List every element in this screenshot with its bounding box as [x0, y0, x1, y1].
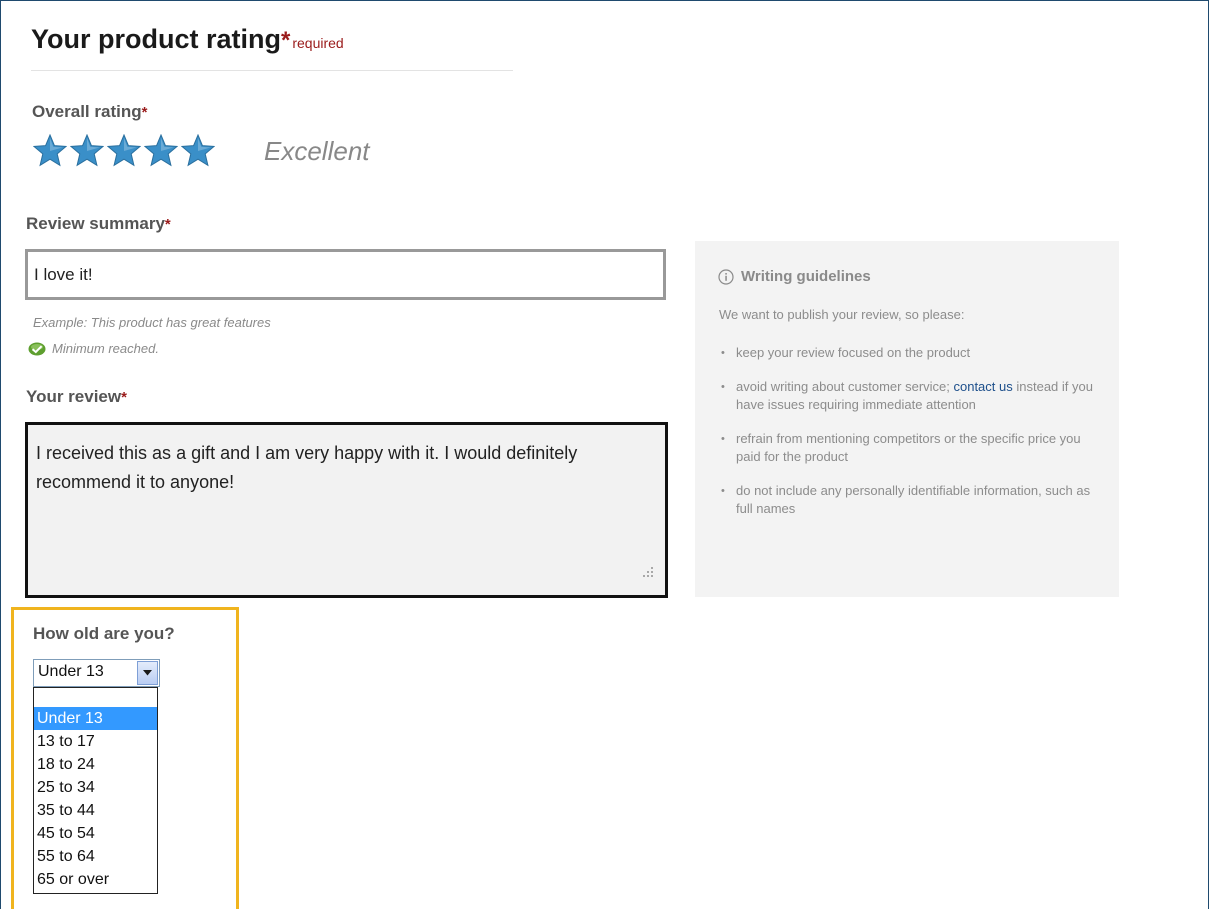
age-option[interactable]	[34, 688, 157, 707]
star-icon[interactable]	[181, 134, 215, 167]
age-select[interactable]: Under 13	[33, 659, 160, 687]
rating-value-label: Excellent	[264, 136, 370, 166]
check-icon	[28, 342, 46, 355]
guidelines-title: Writing guidelines	[741, 268, 871, 285]
guideline-item: do not include any personally identifiab…	[719, 482, 1095, 518]
summary-status-text: Minimum reached.	[52, 341, 159, 356]
review-textarea[interactable]	[25, 422, 668, 598]
guideline-item: refrain from mentioning competitors or t…	[719, 430, 1095, 466]
star-icon[interactable]	[107, 134, 141, 167]
age-option[interactable]: 13 to 17	[34, 730, 157, 753]
star-icon[interactable]	[33, 134, 67, 167]
contact-us-link[interactable]: contact us	[953, 379, 1012, 394]
age-options-list[interactable]: Under 13 13 to 17 18 to 24 25 to 34 35 to 44…	[33, 687, 158, 894]
your-review-label: Your review*	[26, 387, 127, 406]
star-icon[interactable]	[70, 134, 104, 167]
age-question-label: How old are you?	[33, 624, 175, 643]
required-marker: *	[281, 27, 291, 54]
guidelines-intro: We want to publish your review, so pleas…	[719, 307, 965, 322]
writing-guidelines-panel: Writing guidelines We want to publish yo…	[695, 241, 1119, 597]
age-option[interactable]: 55 to 64	[34, 845, 157, 868]
review-summary-label: Review summary*	[26, 214, 171, 233]
resize-grip-icon[interactable]	[638, 563, 656, 581]
age-select-value: Under 13	[38, 663, 104, 680]
required-note: required	[292, 35, 344, 51]
age-option[interactable]: 25 to 34	[34, 776, 157, 799]
dropdown-button[interactable]	[137, 661, 158, 685]
age-option[interactable]: 35 to 44	[34, 799, 157, 822]
review-summary-input[interactable]	[25, 249, 666, 300]
title-divider	[31, 70, 513, 71]
guideline-item: avoid writing about customer service; co…	[719, 378, 1095, 414]
guideline-item: keep your review focused on the product	[719, 344, 1095, 362]
guidelines-list: keep your review focused on the product …	[719, 344, 1095, 518]
age-option[interactable]: 45 to 54	[34, 822, 157, 845]
age-option[interactable]: Under 13	[34, 707, 157, 730]
chevron-down-icon	[143, 670, 152, 676]
star-rating[interactable]	[33, 134, 215, 167]
page-title: Your product rating* required	[31, 24, 344, 54]
overall-rating-label: Overall rating*	[32, 102, 148, 121]
guidelines-header: Writing guidelines	[718, 268, 1095, 285]
info-icon	[718, 268, 734, 285]
summary-example-hint: Example: This product has great features	[33, 315, 271, 330]
star-icon[interactable]	[144, 134, 178, 167]
age-option[interactable]: 65 or over	[34, 868, 157, 891]
age-option[interactable]: 18 to 24	[34, 753, 157, 776]
summary-status: Minimum reached.	[28, 341, 159, 356]
